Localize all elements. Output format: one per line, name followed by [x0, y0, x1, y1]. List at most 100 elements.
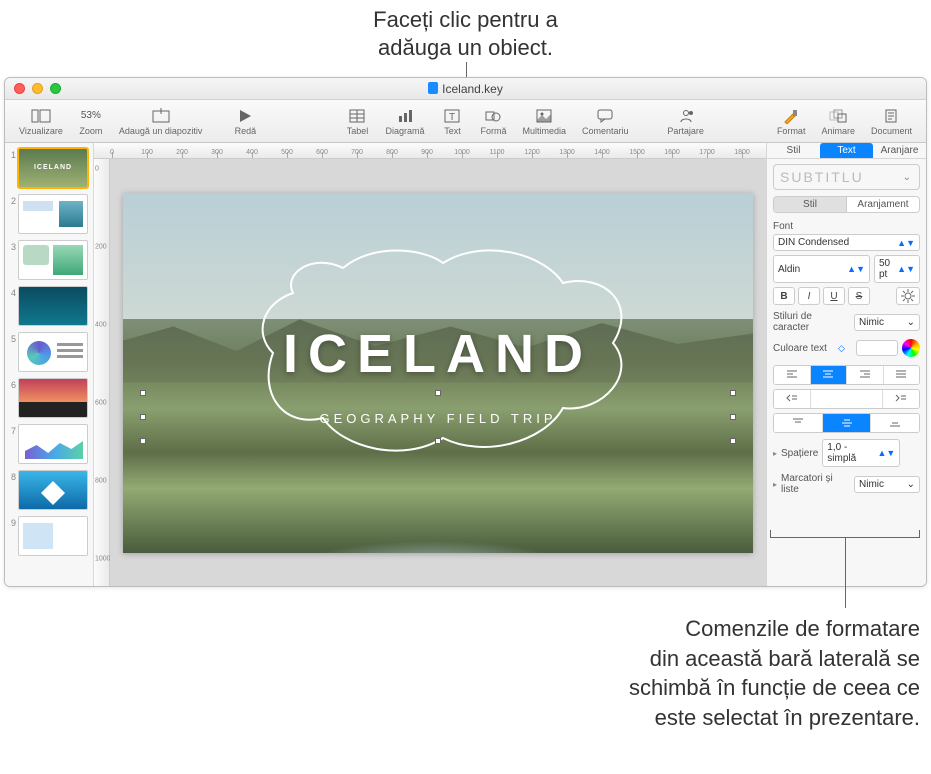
document-label: Document — [871, 126, 912, 136]
animate-label: Animare — [821, 126, 855, 136]
font-weight-select[interactable]: Aldin ▲▼ — [773, 255, 870, 283]
align-right-button[interactable] — [846, 366, 883, 384]
app-window: Iceland.key Vizualizare 53% Zoom Adaugă … — [4, 77, 927, 587]
subtab-layout[interactable]: Aranjament — [846, 197, 919, 212]
slide-thumbnail-7[interactable] — [18, 424, 88, 464]
subtab-style[interactable]: Stil — [774, 197, 846, 212]
font-family-select[interactable]: DIN Condensed ▲▼ — [773, 234, 920, 251]
align-justify-button[interactable] — [883, 366, 920, 384]
zoom-button[interactable]: 53% Zoom — [71, 105, 111, 138]
animate-button[interactable]: Animare — [813, 105, 863, 138]
bullets-disclosure[interactable]: ▸ Marcatori și liste Nimic ⌄ — [773, 473, 920, 495]
paragraph-style-picker[interactable]: SUBTITLU ⌄ — [773, 164, 920, 190]
bold-button[interactable]: B — [773, 287, 795, 305]
callout-leader-line-bottom — [845, 538, 846, 608]
inspector-sidebar: Stil Text Aranjare SUBTITLU ⌄ Stil Aranj… — [766, 143, 926, 586]
comment-icon — [597, 107, 613, 125]
slide-canvas[interactable]: ICELAND GEOGRAPHY FIELD TRIP — [123, 193, 753, 553]
add-slide-icon — [151, 107, 171, 125]
advanced-gear-button[interactable] — [896, 287, 920, 305]
strikethrough-button[interactable]: S — [848, 287, 870, 305]
chart-button[interactable]: Diagramă — [377, 105, 432, 138]
add-slide-button[interactable]: Adaugă un diapozitiv — [111, 105, 211, 138]
chevron-down-icon: ⌄ — [903, 172, 913, 183]
view-label: Vizualizare — [19, 126, 63, 136]
bullets-label: Marcatori și liste — [781, 473, 850, 495]
slide-navigator[interactable]: 1ICELAND 2 3 4 5 6 7 8 9 — [5, 143, 94, 586]
underline-button[interactable]: U — [823, 287, 845, 305]
font-size-value: 50 pt — [879, 258, 897, 280]
media-label: Multimedia — [523, 126, 567, 136]
document-button[interactable]: Document — [863, 105, 920, 138]
align-left-button[interactable] — [774, 366, 810, 384]
fullscreen-icon[interactable] — [50, 83, 61, 94]
char-styles-value: Nimic — [859, 317, 884, 328]
slide-stage[interactable]: ICELAND GEOGRAPHY FIELD TRIP — [110, 159, 766, 586]
zoom-value: 53% — [81, 107, 101, 125]
text-subtabs: Stil Aranjament — [773, 196, 920, 213]
slide-thumbnail-3[interactable] — [18, 240, 88, 280]
inspector-body: SUBTITLU ⌄ Stil Aranjament Font DIN Cond… — [767, 159, 926, 503]
indent-button[interactable] — [882, 390, 919, 408]
share-button[interactable]: Partajare — [659, 105, 712, 138]
table-button[interactable]: Tabel — [337, 105, 377, 138]
media-icon — [536, 107, 552, 125]
text-icon: T — [444, 107, 460, 125]
disclosure-triangle-icon: ▸ — [773, 480, 777, 489]
char-styles-select[interactable]: Nimic ⌄ — [854, 314, 920, 331]
spacing-disclosure[interactable]: ▸ Spațiere 1,0 - simplă ▲▼ — [773, 439, 920, 467]
chevron-icon: ◇ — [838, 343, 845, 354]
font-family-value: DIN Condensed — [778, 237, 849, 248]
slide-thumbnail-5[interactable] — [18, 332, 88, 372]
text-style-buttons: B I U S — [773, 287, 920, 305]
italic-button[interactable]: I — [798, 287, 820, 305]
toolbar: Vizualizare 53% Zoom Adaugă un diapoziti… — [5, 100, 926, 143]
inspector-tab-style[interactable]: Stil — [767, 143, 820, 158]
slide-thumbnail-8[interactable] — [18, 470, 88, 510]
inspector-tab-text[interactable]: Text — [820, 143, 873, 158]
outdent-button[interactable] — [774, 390, 810, 408]
table-icon — [349, 107, 365, 125]
share-icon — [678, 107, 694, 125]
text-color-swatch[interactable] — [856, 340, 898, 356]
format-button[interactable]: Format — [769, 105, 814, 138]
dropdown-arrows-icon: ▲▼ — [877, 448, 895, 458]
align-center-button[interactable] — [810, 366, 847, 384]
slide-thumbnail-2[interactable] — [18, 194, 88, 234]
slide-thumbnail-9[interactable] — [18, 516, 88, 556]
slide-thumbnail-1[interactable]: ICELAND — [18, 148, 88, 188]
canvas-area: 0100200300400500600700800900100011001200… — [94, 143, 766, 586]
slide-thumbnail-6[interactable] — [18, 378, 88, 418]
stepper-arrows-icon: ▲▼ — [897, 264, 915, 274]
slide-title-text[interactable]: ICELAND — [123, 323, 753, 385]
media-button[interactable]: Multimedia — [515, 105, 575, 138]
close-icon[interactable] — [14, 83, 25, 94]
slide-thumbnail-4[interactable] — [18, 286, 88, 326]
thumb-num: 2 — [8, 194, 18, 206]
ruler-horizontal: 0100200300400500600700800900100011001200… — [94, 143, 766, 159]
view-icon — [31, 107, 51, 125]
color-wheel-button[interactable] — [902, 339, 920, 357]
view-button[interactable]: Vizualizare — [11, 105, 71, 138]
char-styles-label: Stiluri de caracter — [773, 311, 850, 333]
inspector-tab-arrange[interactable]: Aranjare — [873, 143, 926, 158]
zoom-label: Zoom — [79, 126, 102, 136]
gear-icon — [901, 289, 915, 303]
valign-bottom-button[interactable] — [870, 414, 919, 432]
shape-icon — [485, 107, 501, 125]
spacing-select[interactable]: 1,0 - simplă ▲▼ — [822, 439, 900, 467]
shape-button[interactable]: Formă — [472, 105, 514, 138]
font-size-stepper[interactable]: 50 pt ▲▼ — [874, 255, 920, 283]
minimize-icon[interactable] — [32, 83, 43, 94]
valign-top-button[interactable] — [774, 414, 822, 432]
thumb-num: 7 — [8, 424, 18, 436]
svg-text:T: T — [449, 112, 455, 123]
play-button[interactable]: Redă — [210, 105, 280, 138]
valign-middle-button[interactable] — [822, 414, 871, 432]
play-icon — [238, 107, 252, 125]
text-button[interactable]: T Text — [432, 105, 472, 138]
selection-handles — [143, 393, 733, 441]
comment-button[interactable]: Comentariu — [574, 105, 637, 138]
bullets-select[interactable]: Nimic ⌄ — [854, 476, 920, 493]
window-controls — [5, 83, 61, 94]
